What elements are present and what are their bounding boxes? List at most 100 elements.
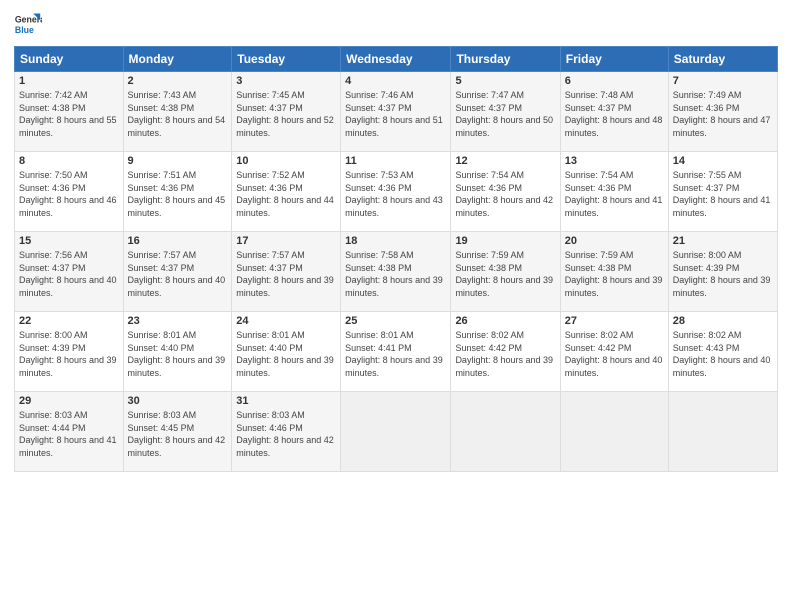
table-row: 17 Sunrise: 7:57 AM Sunset: 4:37 PM Dayl…	[232, 232, 341, 312]
table-row	[341, 392, 451, 472]
day-number: 5	[455, 75, 555, 87]
day-info: Sunrise: 7:45 AM Sunset: 4:37 PM Dayligh…	[236, 89, 336, 139]
day-number: 23	[128, 315, 228, 327]
day-number: 13	[565, 155, 664, 167]
table-row: 30 Sunrise: 8:03 AM Sunset: 4:45 PM Dayl…	[123, 392, 232, 472]
day-info: Sunrise: 7:50 AM Sunset: 4:36 PM Dayligh…	[19, 169, 119, 219]
calendar-week-row: 8 Sunrise: 7:50 AM Sunset: 4:36 PM Dayli…	[15, 152, 778, 232]
day-number: 19	[455, 235, 555, 247]
day-number: 25	[345, 315, 446, 327]
day-info: Sunrise: 8:00 AM Sunset: 4:39 PM Dayligh…	[673, 249, 773, 299]
calendar-page: General Blue Sunday Monday Tuesday Wedne…	[0, 0, 792, 612]
day-info: Sunrise: 8:02 AM Sunset: 4:43 PM Dayligh…	[673, 329, 773, 379]
day-info: Sunrise: 7:42 AM Sunset: 4:38 PM Dayligh…	[19, 89, 119, 139]
table-row: 13 Sunrise: 7:54 AM Sunset: 4:36 PM Dayl…	[560, 152, 668, 232]
day-number: 22	[19, 315, 119, 327]
svg-text:Blue: Blue	[15, 25, 34, 35]
table-row: 14 Sunrise: 7:55 AM Sunset: 4:37 PM Dayl…	[668, 152, 777, 232]
table-row: 22 Sunrise: 8:00 AM Sunset: 4:39 PM Dayl…	[15, 312, 124, 392]
table-row: 25 Sunrise: 8:01 AM Sunset: 4:41 PM Dayl…	[341, 312, 451, 392]
day-number: 28	[673, 315, 773, 327]
header: General Blue	[14, 10, 778, 38]
day-number: 14	[673, 155, 773, 167]
table-row: 27 Sunrise: 8:02 AM Sunset: 4:42 PM Dayl…	[560, 312, 668, 392]
day-info: Sunrise: 7:55 AM Sunset: 4:37 PM Dayligh…	[673, 169, 773, 219]
day-number: 2	[128, 75, 228, 87]
day-number: 27	[565, 315, 664, 327]
day-info: Sunrise: 7:48 AM Sunset: 4:37 PM Dayligh…	[565, 89, 664, 139]
table-row: 28 Sunrise: 8:02 AM Sunset: 4:43 PM Dayl…	[668, 312, 777, 392]
day-info: Sunrise: 8:03 AM Sunset: 4:44 PM Dayligh…	[19, 409, 119, 459]
logo: General Blue	[14, 10, 44, 38]
day-number: 8	[19, 155, 119, 167]
day-info: Sunrise: 8:03 AM Sunset: 4:45 PM Dayligh…	[128, 409, 228, 459]
day-number: 9	[128, 155, 228, 167]
col-wednesday: Wednesday	[341, 47, 451, 72]
day-info: Sunrise: 7:47 AM Sunset: 4:37 PM Dayligh…	[455, 89, 555, 139]
day-info: Sunrise: 7:59 AM Sunset: 4:38 PM Dayligh…	[455, 249, 555, 299]
logo-icon: General Blue	[14, 10, 42, 38]
table-row: 20 Sunrise: 7:59 AM Sunset: 4:38 PM Dayl…	[560, 232, 668, 312]
day-number: 6	[565, 75, 664, 87]
table-row: 18 Sunrise: 7:58 AM Sunset: 4:38 PM Dayl…	[341, 232, 451, 312]
day-info: Sunrise: 7:43 AM Sunset: 4:38 PM Dayligh…	[128, 89, 228, 139]
col-thursday: Thursday	[451, 47, 560, 72]
table-row: 10 Sunrise: 7:52 AM Sunset: 4:36 PM Dayl…	[232, 152, 341, 232]
day-info: Sunrise: 8:02 AM Sunset: 4:42 PM Dayligh…	[455, 329, 555, 379]
day-info: Sunrise: 7:46 AM Sunset: 4:37 PM Dayligh…	[345, 89, 446, 139]
table-row: 23 Sunrise: 8:01 AM Sunset: 4:40 PM Dayl…	[123, 312, 232, 392]
table-row: 21 Sunrise: 8:00 AM Sunset: 4:39 PM Dayl…	[668, 232, 777, 312]
table-row: 19 Sunrise: 7:59 AM Sunset: 4:38 PM Dayl…	[451, 232, 560, 312]
table-row: 16 Sunrise: 7:57 AM Sunset: 4:37 PM Dayl…	[123, 232, 232, 312]
calendar-week-row: 1 Sunrise: 7:42 AM Sunset: 4:38 PM Dayli…	[15, 72, 778, 152]
day-info: Sunrise: 7:49 AM Sunset: 4:36 PM Dayligh…	[673, 89, 773, 139]
table-row: 1 Sunrise: 7:42 AM Sunset: 4:38 PM Dayli…	[15, 72, 124, 152]
day-info: Sunrise: 8:02 AM Sunset: 4:42 PM Dayligh…	[565, 329, 664, 379]
day-number: 26	[455, 315, 555, 327]
calendar-week-row: 22 Sunrise: 8:00 AM Sunset: 4:39 PM Dayl…	[15, 312, 778, 392]
day-number: 20	[565, 235, 664, 247]
day-number: 11	[345, 155, 446, 167]
table-row	[668, 392, 777, 472]
day-info: Sunrise: 7:59 AM Sunset: 4:38 PM Dayligh…	[565, 249, 664, 299]
day-number: 30	[128, 395, 228, 407]
day-info: Sunrise: 8:01 AM Sunset: 4:40 PM Dayligh…	[236, 329, 336, 379]
col-monday: Monday	[123, 47, 232, 72]
day-number: 10	[236, 155, 336, 167]
table-row: 12 Sunrise: 7:54 AM Sunset: 4:36 PM Dayl…	[451, 152, 560, 232]
table-row: 11 Sunrise: 7:53 AM Sunset: 4:36 PM Dayl…	[341, 152, 451, 232]
day-info: Sunrise: 8:00 AM Sunset: 4:39 PM Dayligh…	[19, 329, 119, 379]
day-info: Sunrise: 7:56 AM Sunset: 4:37 PM Dayligh…	[19, 249, 119, 299]
day-number: 29	[19, 395, 119, 407]
day-number: 15	[19, 235, 119, 247]
day-number: 31	[236, 395, 336, 407]
col-tuesday: Tuesday	[232, 47, 341, 72]
table-row: 15 Sunrise: 7:56 AM Sunset: 4:37 PM Dayl…	[15, 232, 124, 312]
day-info: Sunrise: 7:52 AM Sunset: 4:36 PM Dayligh…	[236, 169, 336, 219]
day-info: Sunrise: 7:57 AM Sunset: 4:37 PM Dayligh…	[236, 249, 336, 299]
day-info: Sunrise: 7:51 AM Sunset: 4:36 PM Dayligh…	[128, 169, 228, 219]
table-row: 29 Sunrise: 8:03 AM Sunset: 4:44 PM Dayl…	[15, 392, 124, 472]
calendar-week-row: 15 Sunrise: 7:56 AM Sunset: 4:37 PM Dayl…	[15, 232, 778, 312]
table-row: 2 Sunrise: 7:43 AM Sunset: 4:38 PM Dayli…	[123, 72, 232, 152]
day-number: 24	[236, 315, 336, 327]
day-info: Sunrise: 7:58 AM Sunset: 4:38 PM Dayligh…	[345, 249, 446, 299]
col-saturday: Saturday	[668, 47, 777, 72]
col-sunday: Sunday	[15, 47, 124, 72]
calendar-table: Sunday Monday Tuesday Wednesday Thursday…	[14, 46, 778, 472]
day-info: Sunrise: 7:54 AM Sunset: 4:36 PM Dayligh…	[565, 169, 664, 219]
day-info: Sunrise: 7:57 AM Sunset: 4:37 PM Dayligh…	[128, 249, 228, 299]
table-row: 24 Sunrise: 8:01 AM Sunset: 4:40 PM Dayl…	[232, 312, 341, 392]
day-number: 1	[19, 75, 119, 87]
table-row	[560, 392, 668, 472]
day-number: 18	[345, 235, 446, 247]
table-row: 5 Sunrise: 7:47 AM Sunset: 4:37 PM Dayli…	[451, 72, 560, 152]
table-row: 8 Sunrise: 7:50 AM Sunset: 4:36 PM Dayli…	[15, 152, 124, 232]
day-number: 21	[673, 235, 773, 247]
day-number: 12	[455, 155, 555, 167]
day-number: 17	[236, 235, 336, 247]
day-number: 4	[345, 75, 446, 87]
table-row: 7 Sunrise: 7:49 AM Sunset: 4:36 PM Dayli…	[668, 72, 777, 152]
header-row: Sunday Monday Tuesday Wednesday Thursday…	[15, 47, 778, 72]
day-info: Sunrise: 7:54 AM Sunset: 4:36 PM Dayligh…	[455, 169, 555, 219]
